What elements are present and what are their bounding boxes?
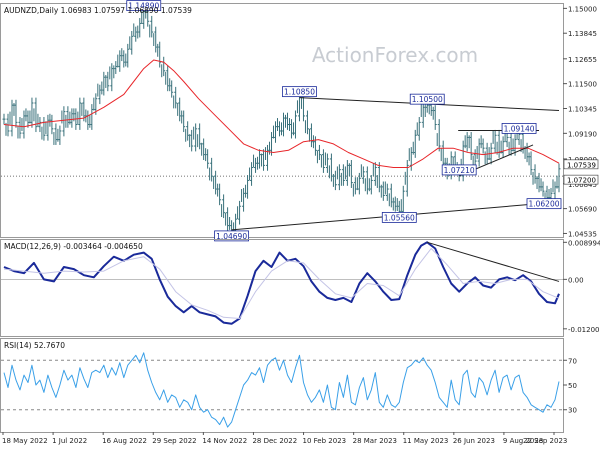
x-tick-label: 10 Feb 2023 bbox=[303, 437, 347, 445]
panel-frame bbox=[0, 3, 564, 238]
y-tick-label: 30 bbox=[568, 407, 577, 415]
x-tick-label: 26 Jun 2023 bbox=[453, 437, 495, 445]
y-tick-label: 0.008994 bbox=[568, 239, 600, 247]
price-annotation: 1.09140 bbox=[504, 124, 535, 133]
price-annotation: 1.07210 bbox=[444, 166, 475, 175]
series-line-rsi bbox=[3, 352, 560, 428]
x-tick-label: 11 May 2023 bbox=[403, 437, 449, 445]
panel-price: 1.15000 1.13845 1.12655 1.11500 1.10345 1.091… bbox=[0, 0, 599, 242]
price-annotation: 1.05560 bbox=[384, 213, 415, 222]
y-tick-label: 1.09190 bbox=[568, 130, 597, 138]
y-tick-label: 70 bbox=[568, 357, 577, 365]
chart: ActionForex.com 1.150001.138451.126551.1… bbox=[0, 0, 600, 445]
y-tick-label: 1.04535 bbox=[568, 230, 597, 238]
x-tick-label: 28 Mar 2023 bbox=[353, 437, 397, 445]
y-tick-label: 1.05690 bbox=[568, 206, 597, 214]
y-tick-label: 0.00 bbox=[568, 276, 584, 284]
price-annotation: 1.10500 bbox=[412, 95, 443, 104]
x-tick-label: 1 Jul 2022 bbox=[52, 437, 87, 445]
price-annotation: 1.10850 bbox=[284, 88, 315, 97]
y-tick-label: 1.11500 bbox=[568, 81, 597, 89]
watermark: ActionForex.com bbox=[312, 43, 478, 67]
panel-frame bbox=[0, 338, 564, 433]
y-tick-label: 50 bbox=[568, 382, 577, 390]
y-tick-label: 1.12655 bbox=[568, 56, 597, 64]
panel-title: AUDNZD,Daily 1.06983 1.07597 1.06890 1.0… bbox=[4, 6, 192, 15]
series-line-ma bbox=[3, 59, 560, 168]
x-tick-label: 28 Dec 2022 bbox=[252, 437, 297, 445]
x-tick-label: 16 Aug 2022 bbox=[102, 437, 147, 445]
y-tick-label: 1.15000 bbox=[568, 5, 597, 13]
x-tick-label: 18 May 2022 bbox=[2, 437, 48, 445]
panel-title: RSI(14) 52.7670 bbox=[4, 341, 65, 350]
x-tick-label: 14 Nov 2022 bbox=[202, 437, 247, 445]
panel-title: MACD(12,26,9) -0.003464 -0.004650 bbox=[4, 242, 143, 251]
x-tick-label: 29 Sep 2022 bbox=[152, 437, 196, 445]
series-line-macd bbox=[3, 241, 560, 325]
panel-macd: 0.008994 0.00 -0.012008 MACD(12,26,9) -0.00… bbox=[0, 239, 600, 337]
price-annotation: 1.06200 bbox=[528, 200, 559, 209]
last-price-label: 1.07539 bbox=[567, 161, 596, 169]
y-tick-label: 1.10345 bbox=[568, 105, 597, 113]
series-line-signal bbox=[3, 248, 560, 319]
x-tick-label: 22 Sep 2023 bbox=[523, 437, 567, 445]
y-tick-label: -0.012008 bbox=[568, 326, 600, 334]
last-price-label: 1.07200 bbox=[567, 177, 596, 185]
y-tick-label: 1.13845 bbox=[568, 30, 597, 38]
panel-rsi: 70 50 30 RSI(14) 52.7670 bbox=[0, 338, 577, 433]
